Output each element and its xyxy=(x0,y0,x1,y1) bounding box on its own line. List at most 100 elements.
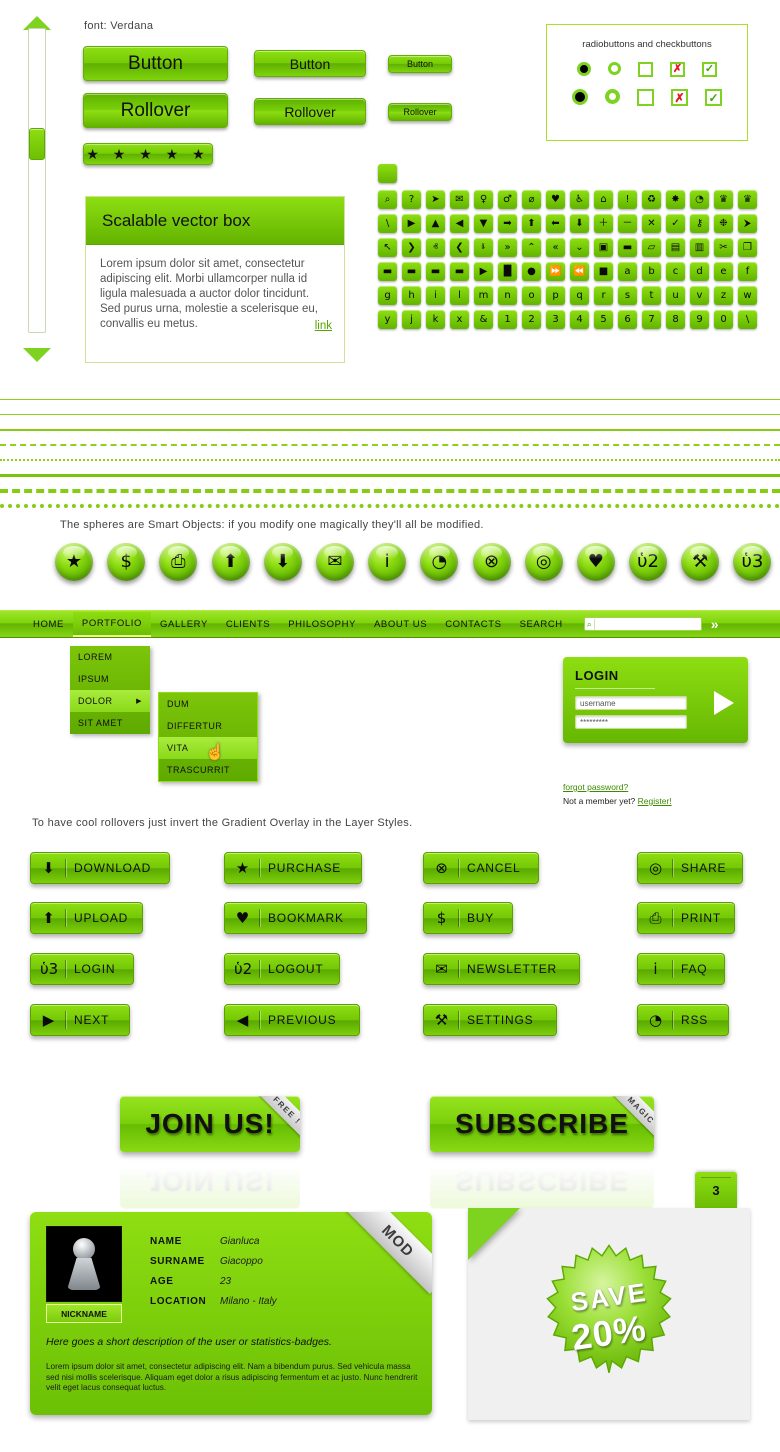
icon-tile[interactable]: ⬇ xyxy=(570,214,589,233)
icon-tile[interactable]: ❐ xyxy=(738,238,757,257)
heart-icon[interactable]: ♥ xyxy=(576,543,615,581)
icon-tile[interactable]: f xyxy=(738,262,757,281)
icon-tile[interactable]: z xyxy=(714,286,733,305)
action-button-faq[interactable]: i FAQ xyxy=(637,953,725,985)
icon-tile[interactable]: » xyxy=(498,238,517,257)
icon-tile[interactable]: ▥ xyxy=(690,238,709,257)
search-input[interactable] xyxy=(593,618,710,630)
icon-tile[interactable]: « xyxy=(546,238,565,257)
radio-empty-icon[interactable] xyxy=(605,89,620,104)
forgot-password-link[interactable]: forgot password? xyxy=(563,782,628,792)
dollar-icon[interactable]: $ xyxy=(107,543,146,581)
nav-item-home[interactable]: HOME xyxy=(24,613,73,636)
icon-tile[interactable]: ◔ xyxy=(690,190,709,209)
icon-tile[interactable]: ✸ xyxy=(666,190,685,209)
icon-tile[interactable]: p xyxy=(546,286,565,305)
share-icon[interactable]: ◎ xyxy=(524,543,563,581)
icon-tile[interactable]: ▲ xyxy=(426,214,445,233)
radio-empty-icon[interactable] xyxy=(608,62,621,75)
scrollbar-down-arrow[interactable] xyxy=(23,348,51,362)
icon-tile[interactable]: ▐▌ xyxy=(498,262,517,281)
icon-tile[interactable]: ❉ xyxy=(714,214,733,233)
icon-tile[interactable]: j xyxy=(402,310,421,329)
icon-tile[interactable]: ▬ xyxy=(426,262,445,281)
icon-tile[interactable]: v xyxy=(690,286,709,305)
action-button-upload[interactable]: ⬆ UPLOAD xyxy=(30,902,143,934)
action-button-newsletter[interactable]: ✉ NEWSLETTER xyxy=(423,953,580,985)
action-button-rss[interactable]: ◔ RSS xyxy=(637,1004,729,1036)
username-field[interactable]: username xyxy=(575,696,687,710)
icon-tile[interactable]: ◀ xyxy=(450,214,469,233)
button-large-normal[interactable]: Button xyxy=(83,46,228,81)
subscribe-banner[interactable]: SUBSCRIBE MAGIC xyxy=(430,1096,654,1152)
icon-tile[interactable]: q xyxy=(570,286,589,305)
icon-tile[interactable]: a xyxy=(618,262,637,281)
icon-tile[interactable]: k xyxy=(426,310,445,329)
unlock-icon[interactable]: ὑ3 xyxy=(733,543,772,581)
icon-tile[interactable]: n xyxy=(498,286,517,305)
nav-item-search[interactable]: SEARCH xyxy=(511,613,572,636)
icon-tile[interactable]: ⌃ xyxy=(522,238,541,257)
icon-tile[interactable]: 8 xyxy=(666,310,685,329)
icon-tile[interactable]: \ xyxy=(738,310,757,329)
icon-tile[interactable]: ⌂ xyxy=(594,190,613,209)
info-icon[interactable]: i xyxy=(368,543,407,581)
icon-tile[interactable]: ♂ xyxy=(498,190,517,209)
icon-tile[interactable]: ▬ xyxy=(450,262,469,281)
icon-tile[interactable]: 7 xyxy=(642,310,661,329)
icon-tile[interactable]: r xyxy=(594,286,613,305)
nav-item-philosophy[interactable]: PHILOSOPHY xyxy=(279,613,365,636)
action-button-buy[interactable]: $ BUY xyxy=(423,902,513,934)
menu-item-trascurrit[interactable]: TRASCURRIT xyxy=(159,759,257,781)
action-button-bookmark[interactable]: ♥ BOOKMARK xyxy=(224,902,367,934)
wrench-icon[interactable]: ⚒ xyxy=(681,543,720,581)
panel-tab-number[interactable]: 3 xyxy=(695,1172,737,1208)
star-rating-bar[interactable]: ★ ★ ★ ★ ★ xyxy=(83,143,213,165)
icon-tile[interactable]: s xyxy=(618,286,637,305)
checkbox-empty[interactable] xyxy=(637,89,654,106)
download-icon[interactable]: ⬇ xyxy=(263,543,302,581)
mail-icon[interactable]: ✉ xyxy=(315,543,354,581)
icon-tile[interactable]: ✕ xyxy=(642,214,661,233)
upload-icon[interactable]: ⬆ xyxy=(211,543,250,581)
star-icon[interactable]: ★ xyxy=(55,543,93,581)
icon-tile[interactable]: e xyxy=(714,262,733,281)
icon-tile[interactable]: ❮ xyxy=(450,238,469,257)
icon-tile[interactable]: ➤ xyxy=(426,190,445,209)
icon-tile[interactable]: ▶ xyxy=(402,214,421,233)
action-button-next[interactable]: ▶ NEXT xyxy=(30,1004,130,1036)
icon-tile[interactable]: h xyxy=(402,286,421,305)
icon-tile[interactable]: 0 xyxy=(714,310,733,329)
menu-item-differtur[interactable]: DIFFERTUR xyxy=(159,715,257,737)
icon-tile[interactable]: c xyxy=(666,262,685,281)
print-icon[interactable]: ⎙ xyxy=(159,543,198,581)
menu-item-sit-amet[interactable]: SIT AMET xyxy=(70,712,150,734)
icon-tile[interactable]: ✉ xyxy=(450,190,469,209)
join-us-banner[interactable]: JOIN US! FREE ! xyxy=(120,1096,300,1152)
icon-tile[interactable]: ↖ xyxy=(378,238,397,257)
icon-tile[interactable]: ⱛ xyxy=(474,238,493,257)
menu-item-ipsum[interactable]: IPSUM xyxy=(70,668,150,690)
icon-tile[interactable]: ♿ xyxy=(570,190,589,209)
icon-tile[interactable]: ⌄ xyxy=(570,238,589,257)
icon-tile[interactable]: o xyxy=(522,286,541,305)
search-box[interactable]: ⌕ xyxy=(583,617,710,631)
menu-item-dum[interactable]: DUM xyxy=(159,693,257,715)
icon-tile[interactable]: 1 xyxy=(498,310,517,329)
nav-item-about-us[interactable]: ABOUT US xyxy=(365,613,436,636)
icon-tile[interactable]: ▤ xyxy=(666,238,685,257)
icon-tile[interactable]: ⏪ xyxy=(570,262,589,281)
icon-tile[interactable]: x xyxy=(450,310,469,329)
icon-tile[interactable]: b xyxy=(642,262,661,281)
icon-tile[interactable]: & xyxy=(474,310,493,329)
icon-tile[interactable]: ✂ xyxy=(714,238,733,257)
icon-tile[interactable]: ▬ xyxy=(618,238,637,257)
action-button-print[interactable]: ⎙ PRINT xyxy=(637,902,735,934)
icon-tile[interactable]: \ xyxy=(378,214,397,233)
menu-item-dolor[interactable]: DOLOR ▶ xyxy=(70,690,150,712)
cancel-icon[interactable]: ⊗ xyxy=(472,543,511,581)
icon-tile[interactable]: ▱ xyxy=(642,238,661,257)
icon-tile[interactable]: i xyxy=(426,286,445,305)
button-medium-normal[interactable]: Button xyxy=(254,50,366,77)
button-small-normal[interactable]: Button xyxy=(388,55,452,73)
